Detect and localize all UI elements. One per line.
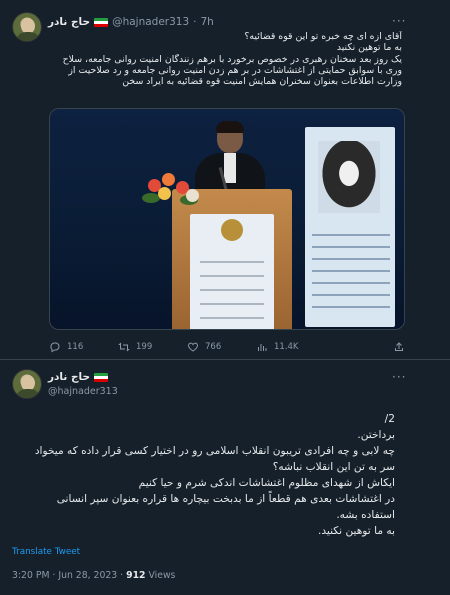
more-icon[interactable]: ··· xyxy=(392,370,406,384)
tweet-line: در اغتشاشات بعدی هم قطعاً از ما بدبخت بی… xyxy=(56,493,395,505)
speaker-shirt xyxy=(224,153,236,183)
tweet-text: آقای ازه ای چه خبره تو این قوه قضائیه؟ ب… xyxy=(40,31,402,87)
tweet-line: یک روز بعد سخنان رهبری در خصوص برخورد با… xyxy=(62,53,402,65)
separator-dot: · xyxy=(193,16,197,28)
share-icon xyxy=(395,342,403,351)
author-info[interactable]: حاج نادر xyxy=(48,371,109,383)
author-avatar[interactable] xyxy=(12,12,42,42)
reply-icon xyxy=(50,342,60,353)
flower xyxy=(186,189,199,202)
views-label: Views xyxy=(148,570,176,581)
author-info[interactable]: حاج نادر @hajnader313 · 7h xyxy=(48,16,214,28)
more-icon[interactable]: ··· xyxy=(392,14,406,28)
reply-count: 116 xyxy=(67,342,84,352)
retweet-count: 199 xyxy=(136,342,153,352)
like-count: 766 xyxy=(205,342,222,352)
views-count: 11.4K xyxy=(274,342,299,352)
tweet-actions: 116 199 766 11.4K xyxy=(49,341,405,353)
tweet-line: ایکاش از شهدای مظلوم اغتشاشات اندکی شرم … xyxy=(138,477,395,489)
retweet-icon xyxy=(118,342,130,352)
tweet-line: برداختن. xyxy=(357,429,395,441)
like-icon xyxy=(188,342,198,352)
tweet-text: 2/ برداختن. چه لابی و چه افرادی تریبون ا… xyxy=(10,411,395,539)
tweet-timestamp[interactable]: 3:20 PM · Jun 28, 2023 · xyxy=(12,570,123,581)
avatar-body xyxy=(16,389,40,398)
reply-button[interactable]: 116 xyxy=(49,341,118,353)
podium-emblem xyxy=(221,219,243,241)
tweet-line: وزارت اطلاعات بعنوان سخنران همایش امنیت … xyxy=(122,76,402,88)
views-icon xyxy=(258,344,267,351)
tweet-line: آقای ازه ای چه خبره تو این قوه قضائیه؟ xyxy=(244,31,402,42)
like-button[interactable]: 766 xyxy=(187,341,256,353)
flower xyxy=(158,187,171,200)
tweet-photo[interactable] xyxy=(49,108,405,330)
iran-flag-icon xyxy=(94,17,109,27)
author-handle[interactable]: @hajnader313 xyxy=(48,386,118,397)
photo-flowers xyxy=(140,171,202,215)
photo-portrait xyxy=(318,141,380,213)
tweet-line: چه لابی و چه افرادی تریبون انقلاب اسلامی… xyxy=(34,445,395,457)
tweet-line: وری با سوابق حمایتی از اغتشاشات در بر هم… xyxy=(68,64,402,76)
share-button[interactable] xyxy=(393,341,405,353)
podium-text xyxy=(200,249,264,319)
tweet-line: استفاده بشه. xyxy=(336,509,395,521)
author-name[interactable]: حاج نادر xyxy=(48,16,90,28)
views-button[interactable]: 11.4K xyxy=(256,341,325,353)
tweet-line: به ما توهین نکنید xyxy=(336,42,402,54)
tweet-first[interactable]: حاج نادر @hajnader313 · 7h ··· آقای ازه … xyxy=(0,0,450,360)
translate-tweet-link[interactable]: Translate Tweet xyxy=(12,547,80,557)
speaker-hair xyxy=(216,121,244,133)
retweet-button[interactable]: 199 xyxy=(118,341,187,353)
iran-flag-icon xyxy=(94,372,109,382)
views-count: 912 xyxy=(126,570,146,581)
tweet-line: 2/ xyxy=(384,413,395,425)
tweet-line: به ما توهین نکنید. xyxy=(317,525,395,537)
avatar-body xyxy=(16,32,40,41)
author-avatar[interactable] xyxy=(12,369,42,399)
photo-banner-text xyxy=(312,224,390,314)
tweet-line: سر به تن این انقلاب نباشه؟ xyxy=(272,461,395,473)
tweet-meta: 3:20 PM · Jun 28, 2023 · 912 Views xyxy=(12,570,175,581)
flower xyxy=(162,173,175,186)
tweet-time[interactable]: 7h xyxy=(201,16,214,28)
author-name[interactable]: حاج نادر xyxy=(48,371,90,383)
author-handle[interactable]: @hajnader313 xyxy=(112,16,189,28)
